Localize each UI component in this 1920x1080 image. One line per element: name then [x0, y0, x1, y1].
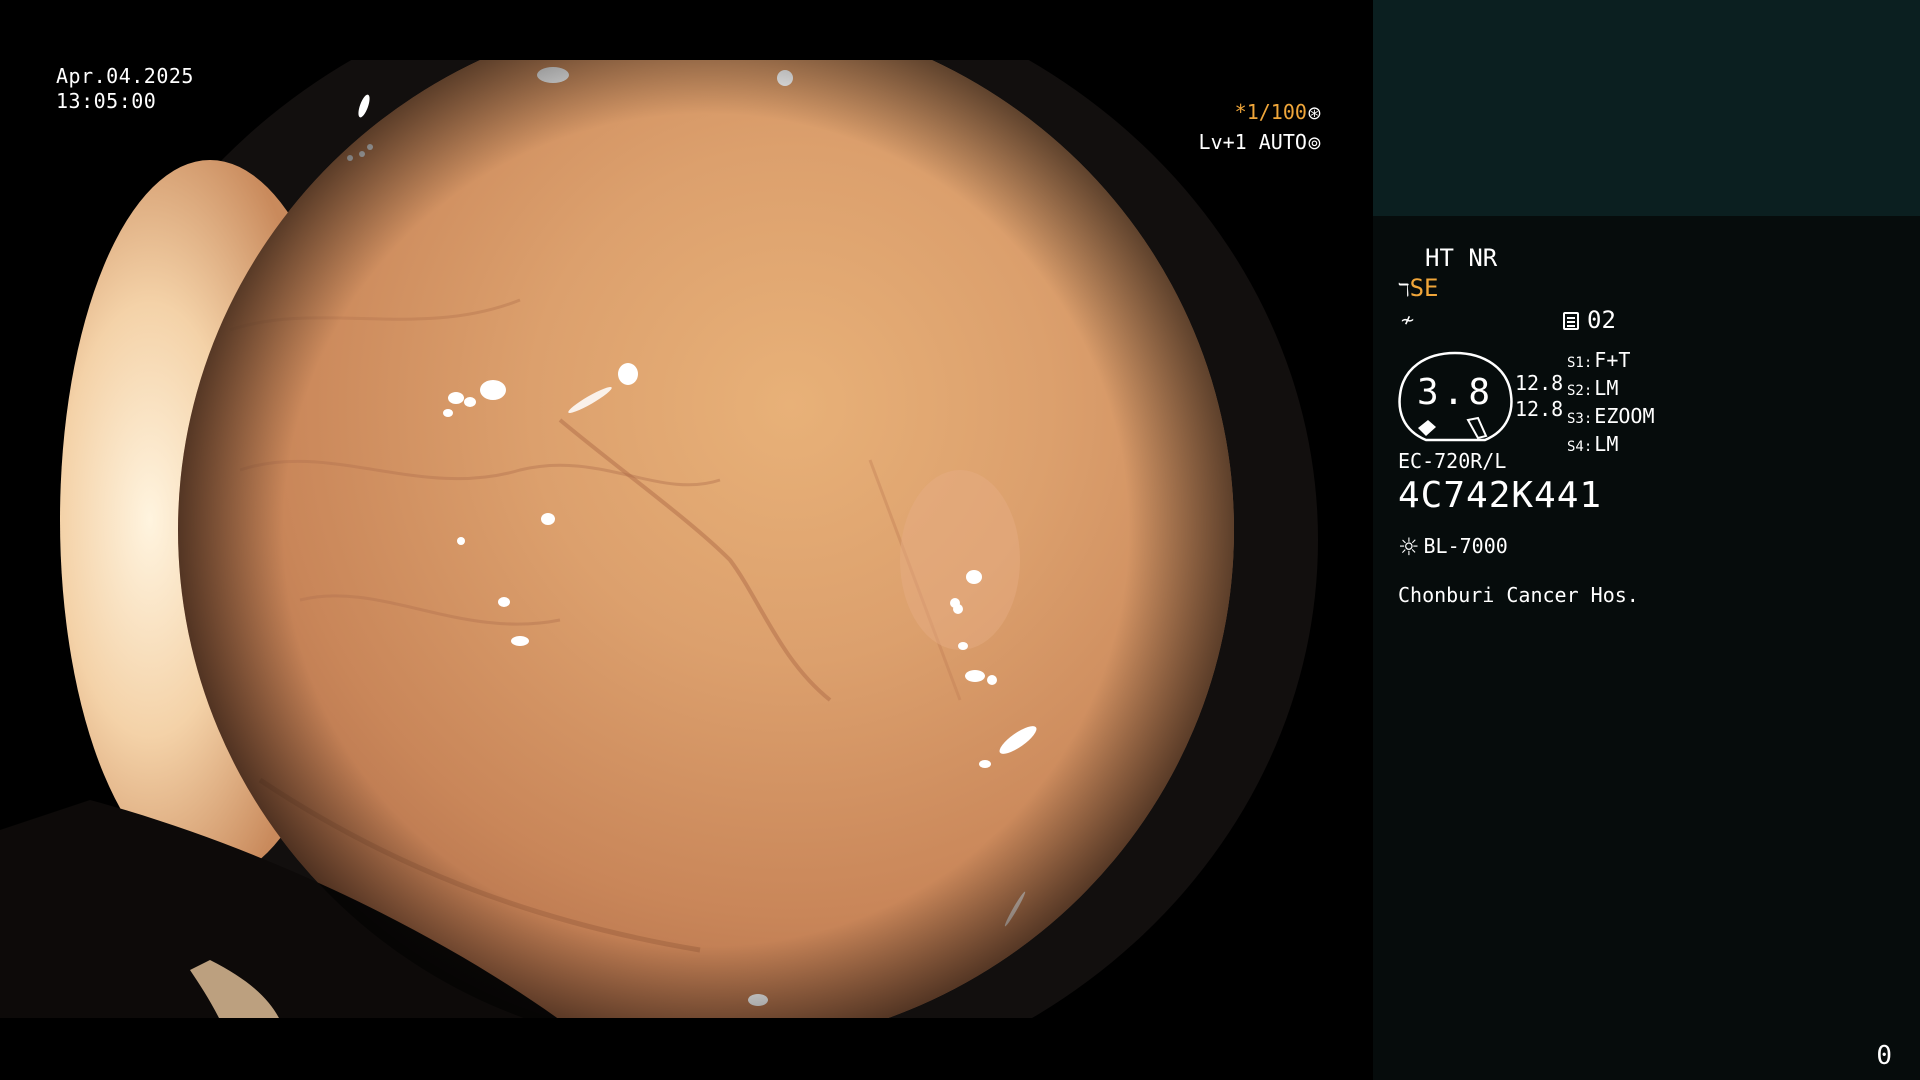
scope-model: EC-720R/L: [1398, 449, 1507, 473]
info-panel: HT NR ℸSE ≁ 02 3.8 12.8 12.8 S1: F+T S2: L…: [1373, 0, 1920, 1080]
structure-enhance-label: SE: [1409, 274, 1439, 302]
endoscopy-monitor: Apr.04.2025 13:05:00 *1/100⊛ Lv+1 AUTO⊚ …: [0, 0, 1920, 1080]
scope-serial: 4C742K441: [1398, 475, 1603, 516]
exam-datetime: Apr.04.2025 13:05:00: [56, 64, 194, 114]
image-counter: 0: [1876, 1041, 1892, 1071]
scope-switches: S1: F+T S2: LM S3: EZOOM S4: LM: [1567, 348, 1655, 460]
shutter-speed: *1/100: [1234, 100, 1307, 124]
zoom-value: 3.8: [1416, 372, 1495, 413]
endoscopic-image: [0, 60, 1318, 1018]
zoom-levels: 12.8 12.8: [1515, 370, 1563, 422]
exam-date: Apr.04.2025: [56, 64, 194, 88]
endoscopic-view: Apr.04.2025 13:05:00 *1/100⊛ Lv+1 AUTO⊚: [0, 0, 1372, 1080]
switch-s4: S4: LM: [1567, 432, 1619, 456]
exam-time: 13:05:00: [56, 89, 157, 113]
zoom-level-2: 12.8: [1515, 397, 1564, 421]
structure-enhance-row: ℸSE: [1398, 274, 1439, 305]
light-source: ☼ BL-7000: [1398, 532, 1508, 561]
ht-nr-indicator: HT NR: [1425, 244, 1498, 272]
zoom-level-1: 12.8: [1515, 371, 1564, 395]
auto-iris-icon: ⊚: [1306, 133, 1322, 154]
hospital-name: Chonburi Cancer Hos.: [1398, 583, 1639, 607]
switch-s2: S2: LM: [1567, 376, 1619, 400]
aperture-icon: ⊛: [1306, 103, 1322, 124]
light-source-icon: ☼: [1398, 533, 1420, 561]
switch-s1: S1: F+T: [1567, 348, 1631, 372]
memory-index: 02: [1587, 306, 1616, 334]
memory-icon: [1563, 312, 1579, 330]
sharpness-icon: ≁: [1400, 310, 1416, 331]
enhance-icon: ℸ: [1398, 280, 1410, 301]
brightness-level: Lv+1 AUTO: [1198, 130, 1307, 154]
memory-index-row: 02: [1563, 306, 1616, 334]
switch-s3: S3: EZOOM: [1567, 404, 1655, 428]
thumbnail-area: [1373, 0, 1920, 216]
exposure-settings: *1/100⊛ Lv+1 AUTO⊚: [1199, 98, 1322, 158]
light-source-label: BL-7000: [1423, 534, 1508, 558]
